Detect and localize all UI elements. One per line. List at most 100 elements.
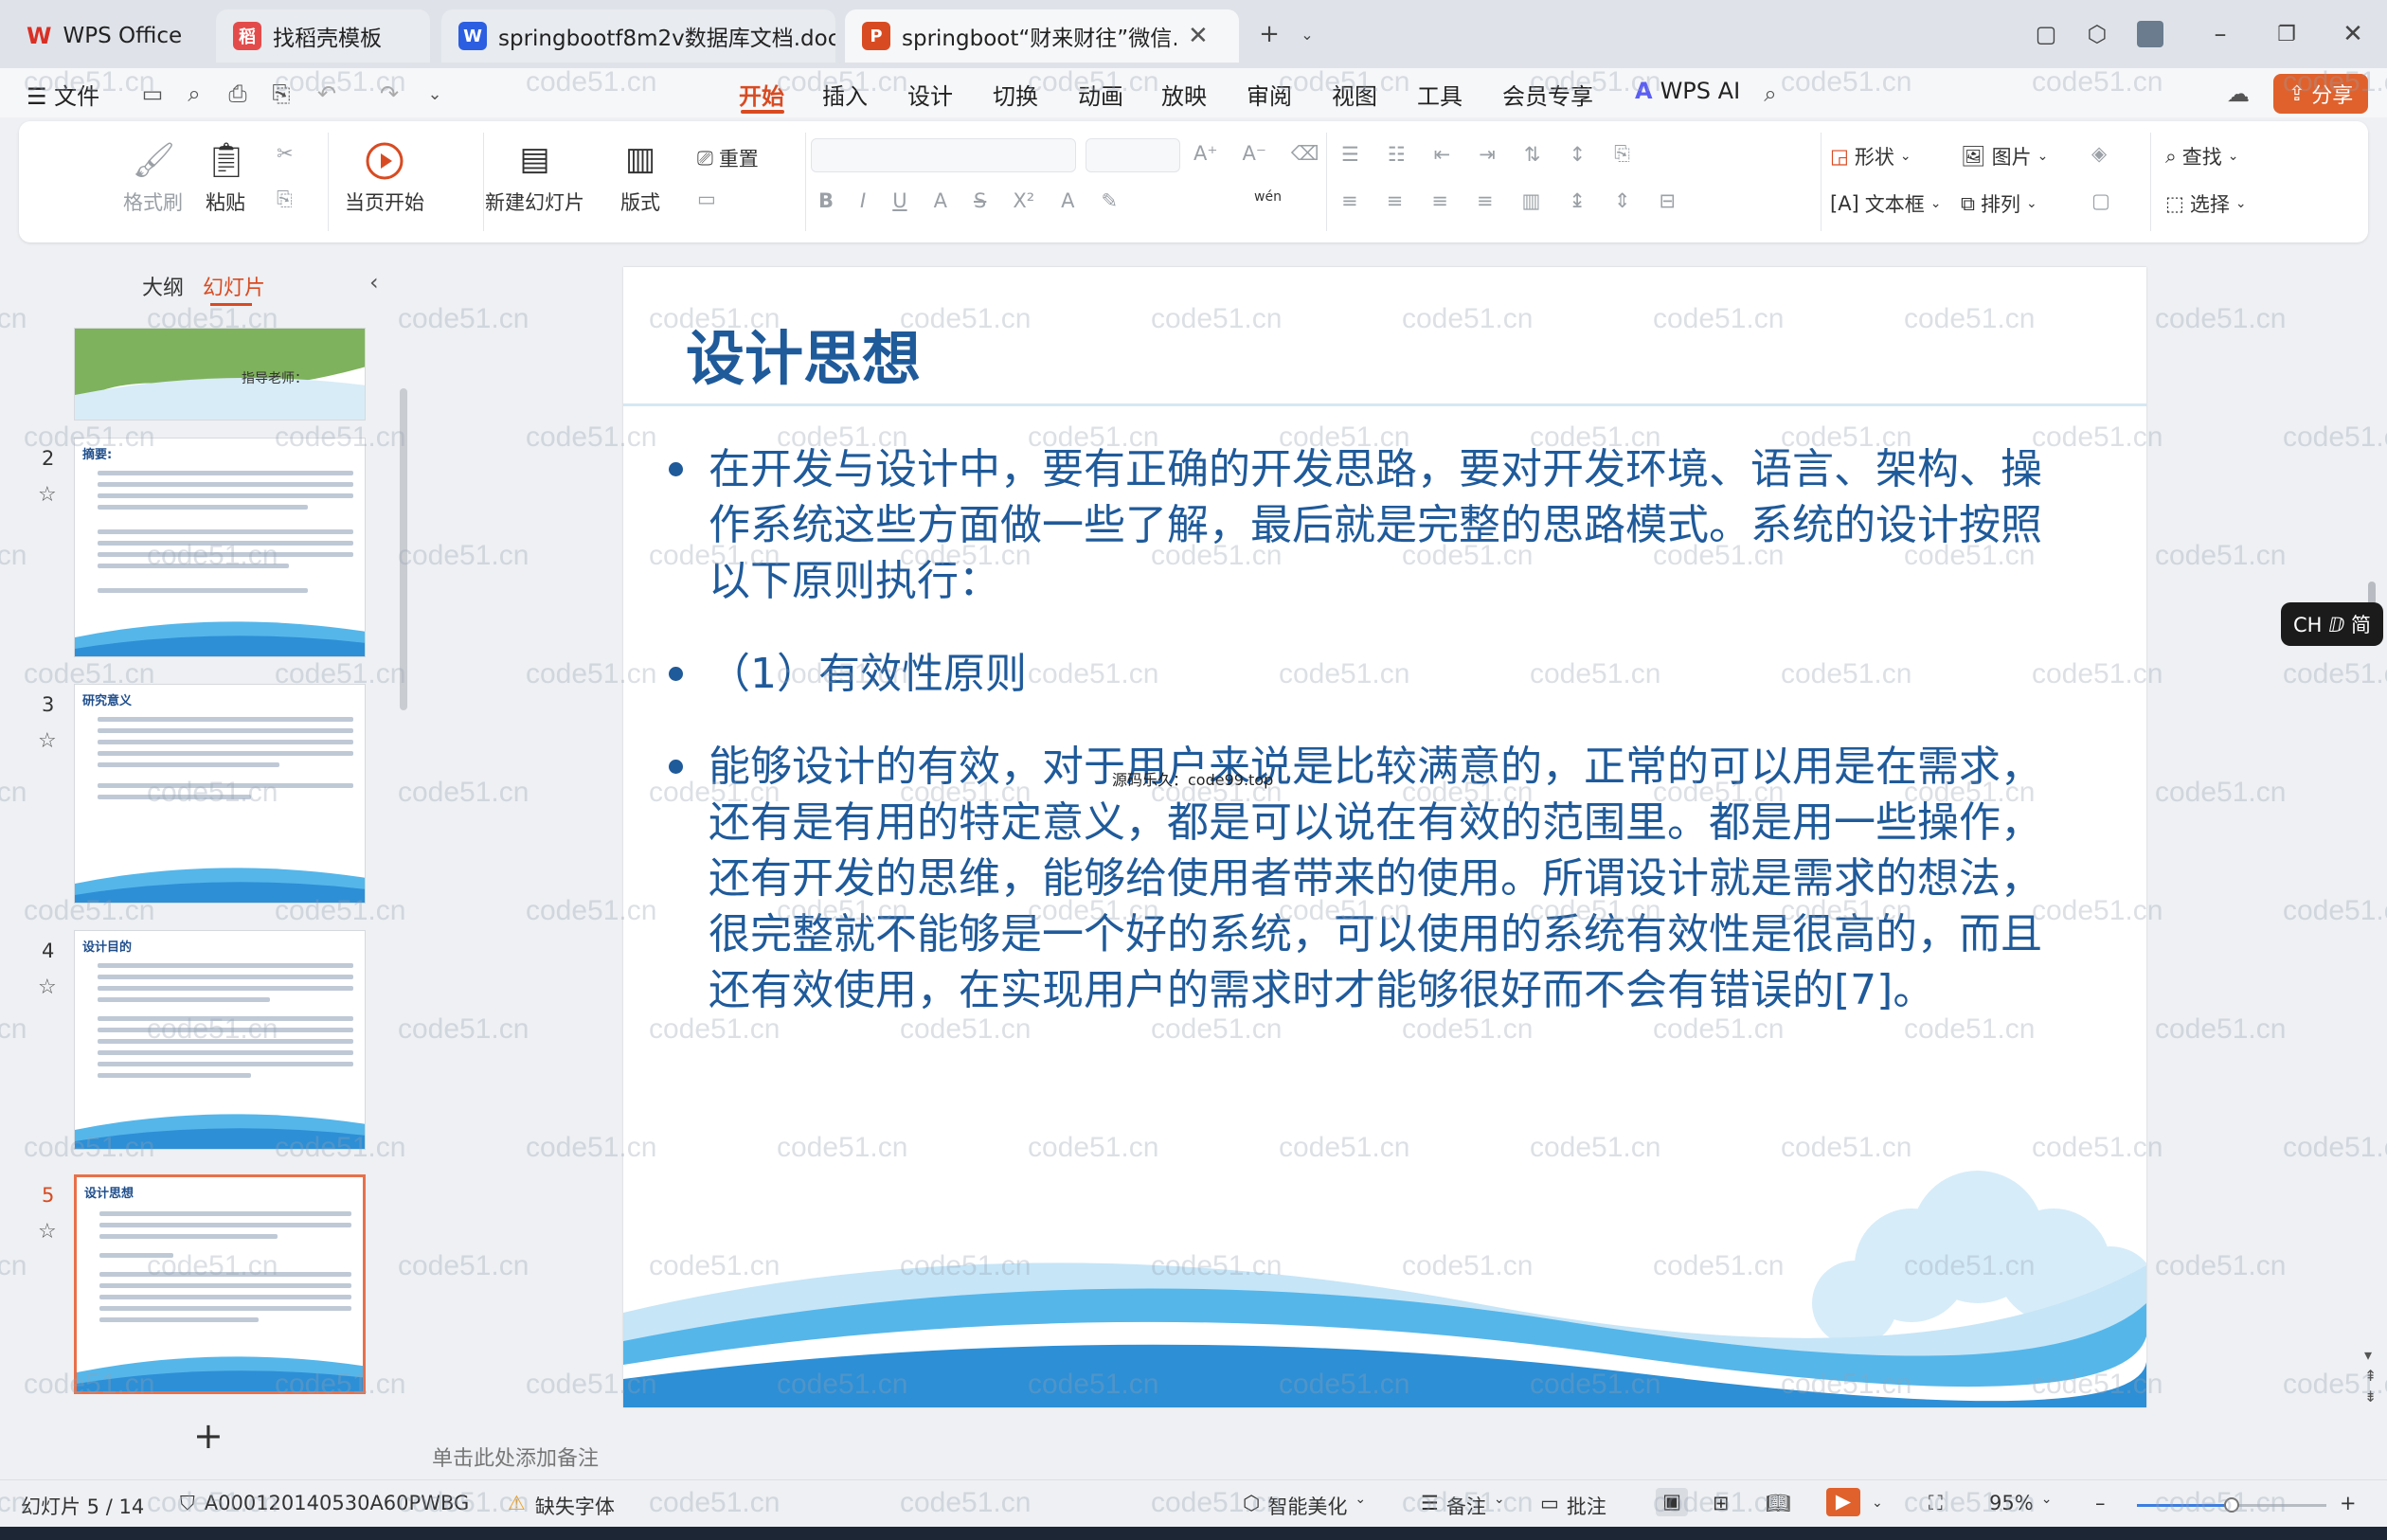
print-preview-icon[interactable]: ⎘: [267, 80, 296, 108]
format-painter-button[interactable]: 🖌︎ 格式刷: [123, 140, 183, 216]
tab-insert[interactable]: 插入: [822, 78, 868, 111]
paragraph-spacing-icon[interactable]: ⇕: [1614, 189, 1631, 212]
file-menu[interactable]: ☰ 文件: [27, 78, 99, 111]
play-slideshow-icon[interactable]: ▶: [1826, 1488, 1860, 1516]
zoom-slider[interactable]: [2137, 1497, 2326, 1513]
bullet-3[interactable]: 能够设计的有效，对于用户来说是比较满意的，正常的可以用是在需求，还有是有用的特定…: [669, 739, 2054, 1018]
tab-word-doc[interactable]: W springbootf8m2v数据库文档.doc: [441, 9, 835, 63]
window-close-icon[interactable]: ✕: [2336, 17, 2370, 51]
star-icon[interactable]: ☆: [38, 976, 57, 999]
tab-tools[interactable]: 工具: [1417, 78, 1463, 111]
ime-indicator[interactable]: CH ⅅ 简: [2281, 602, 2383, 646]
add-slide-button[interactable]: +: [193, 1415, 224, 1457]
find-button[interactable]: ⌕ 查找 ⌄: [2165, 142, 2239, 170]
arrange-button[interactable]: ⧉ 排列 ⌄: [1961, 189, 2037, 218]
quick-access-more-icon[interactable]: ⌄: [421, 80, 449, 108]
underline-icon[interactable]: U: [892, 189, 906, 212]
normal-view-icon[interactable]: ▣: [1656, 1488, 1688, 1516]
sort-icon[interactable]: ↕: [1569, 143, 1586, 166]
zoom-out-icon[interactable]: –: [2095, 1492, 2106, 1514]
paste-button[interactable]: 📋︎ 粘贴: [205, 140, 248, 216]
strikethrough-icon[interactable]: S: [974, 189, 986, 212]
numbered-list-icon[interactable]: ☷: [1388, 143, 1406, 166]
align-right-icon[interactable]: ≡: [1431, 189, 1448, 212]
text-direction-icon[interactable]: ⇅: [1524, 143, 1541, 166]
share-button[interactable]: ⇪ 分享: [2273, 74, 2368, 114]
slide-thumbnail-3[interactable]: 研究意义: [74, 684, 366, 904]
bullet-1[interactable]: 在开发与设计中，要有正确的开发思路，要对开发环境、语言、架构、操作系统这些方面做…: [669, 441, 2054, 609]
tab-home[interactable]: 开始: [739, 78, 784, 111]
missing-font-button[interactable]: ⚠ 缺失字体: [508, 1492, 615, 1520]
chevron-down-icon[interactable]: ⌄: [1290, 17, 1324, 51]
tab-ppt-doc[interactable]: P springboot“财来财往”微信… ✕: [845, 9, 1239, 63]
phonetic-button[interactable]: wén: [1254, 189, 1282, 205]
slide-thumbnail-2[interactable]: 摘要:: [74, 438, 366, 657]
chevron-down-icon[interactable]: ⌄: [1872, 1495, 1883, 1511]
justify-icon[interactable]: ≡: [1477, 189, 1494, 212]
bullet-2[interactable]: （1）有效性原则: [669, 646, 2054, 702]
search-icon[interactable]: ⌕: [1756, 80, 1785, 108]
zoom-slider-handle[interactable]: [2224, 1497, 2239, 1513]
superscript-icon[interactable]: X²: [1013, 189, 1034, 212]
print-icon[interactable]: ⎙: [224, 80, 252, 108]
align-left-icon[interactable]: ≡: [1341, 189, 1358, 212]
bullet-list-icon[interactable]: ☰: [1341, 143, 1359, 166]
tab-docer[interactable]: 稻 找稻壳模板: [216, 9, 430, 63]
star-icon[interactable]: ☆: [38, 1220, 57, 1244]
tab-design[interactable]: 设计: [907, 78, 953, 111]
fill-icon[interactable]: ◈: [2091, 142, 2107, 165]
slides-tab[interactable]: 幻灯片: [203, 271, 265, 301]
avatar[interactable]: [2133, 17, 2167, 51]
cloud-upload-icon[interactable]: ☁: [2224, 80, 2252, 108]
maximize-icon[interactable]: ❐: [2270, 17, 2304, 51]
doc-id-indicator[interactable]: ⛉ A000120140530A60PWBG: [180, 1492, 469, 1515]
font-name-field[interactable]: [811, 138, 1076, 172]
beautify-button[interactable]: ⬡ 智能美化 ⌄: [1243, 1492, 1366, 1520]
copy-icon[interactable]: ⎘: [277, 188, 293, 211]
line-spacing-icon[interactable]: ↨: [1569, 189, 1586, 212]
align-center-icon[interactable]: ≡: [1387, 189, 1404, 212]
reset-button[interactable]: ⎚ 重置: [697, 144, 759, 172]
shape-button[interactable]: ◲ 形状 ⌄: [1830, 142, 1911, 170]
highlight-icon[interactable]: ✎: [1102, 189, 1119, 212]
redo-icon[interactable]: ↷: [375, 80, 404, 108]
tab-slideshow[interactable]: 放映: [1161, 78, 1207, 111]
reading-view-icon[interactable]: 📖︎: [1766, 1492, 1791, 1515]
indent-icon[interactable]: ⇥: [1479, 143, 1496, 166]
new-slide-button[interactable]: ▤ 新建幻灯片: [485, 140, 584, 216]
comments-button[interactable]: ▭ 批注: [1540, 1492, 1606, 1520]
export-icon[interactable]: ⌕: [180, 80, 208, 108]
decrease-font-icon[interactable]: A⁻: [1242, 142, 1265, 165]
clear-format-icon[interactable]: ⌫: [1291, 142, 1319, 165]
save-icon[interactable]: ▭: [138, 80, 167, 108]
slide-thumbnail-5[interactable]: 设计思想: [74, 1174, 366, 1394]
tab-review[interactable]: 审阅: [1247, 78, 1292, 111]
tab-animation[interactable]: 动画: [1078, 78, 1123, 111]
zoom-in-icon[interactable]: +: [2340, 1492, 2357, 1514]
bold-icon[interactable]: B: [818, 189, 834, 212]
picture-button[interactable]: 🖼︎ 图片 ⌄: [1961, 142, 2048, 170]
layout-button[interactable]: ▥ 版式: [619, 140, 661, 216]
notes-toggle-button[interactable]: ☰ 备注 ⌄: [1421, 1492, 1505, 1520]
slide-thumbnail-4[interactable]: 设计目的: [74, 930, 366, 1150]
star-icon[interactable]: ☆: [38, 483, 57, 507]
fit-window-icon[interactable]: ⛶: [1929, 1492, 1943, 1515]
increase-font-icon[interactable]: A⁺: [1194, 142, 1217, 165]
slide-canvas[interactable]: 设计思想 在开发与设计中，要有正确的开发思路，要对开发环境、语言、架构、操作系统…: [623, 267, 2146, 1407]
page-nav-icon[interactable]: ▾ ⇞ ⇟: [2364, 1345, 2377, 1407]
tab-wps-office[interactable]: W WPS Office: [9, 9, 204, 63]
outdent-icon[interactable]: ⇤: [1434, 143, 1451, 166]
panel-scrollbar[interactable]: [400, 388, 407, 710]
notes-area[interactable]: 单击此处添加备注: [417, 1428, 2387, 1481]
select-button[interactable]: ⬚ 选择 ⌄: [2165, 189, 2247, 218]
section-icon[interactable]: ▭: [697, 188, 716, 210]
zoom-level[interactable]: 95% ⌄: [1989, 1492, 2052, 1514]
close-icon[interactable]: ✕: [1188, 22, 1209, 50]
play-from-current-button[interactable]: 当页开始: [345, 140, 424, 216]
slide-title[interactable]: 设计思想: [686, 311, 921, 396]
tab-view[interactable]: 视图: [1332, 78, 1377, 111]
italic-icon[interactable]: I: [860, 189, 866, 212]
collapse-panel-icon[interactable]: ‹: [369, 269, 379, 295]
minimize-icon[interactable]: –: [2203, 17, 2237, 51]
font-color-icon[interactable]: A: [1061, 189, 1074, 212]
